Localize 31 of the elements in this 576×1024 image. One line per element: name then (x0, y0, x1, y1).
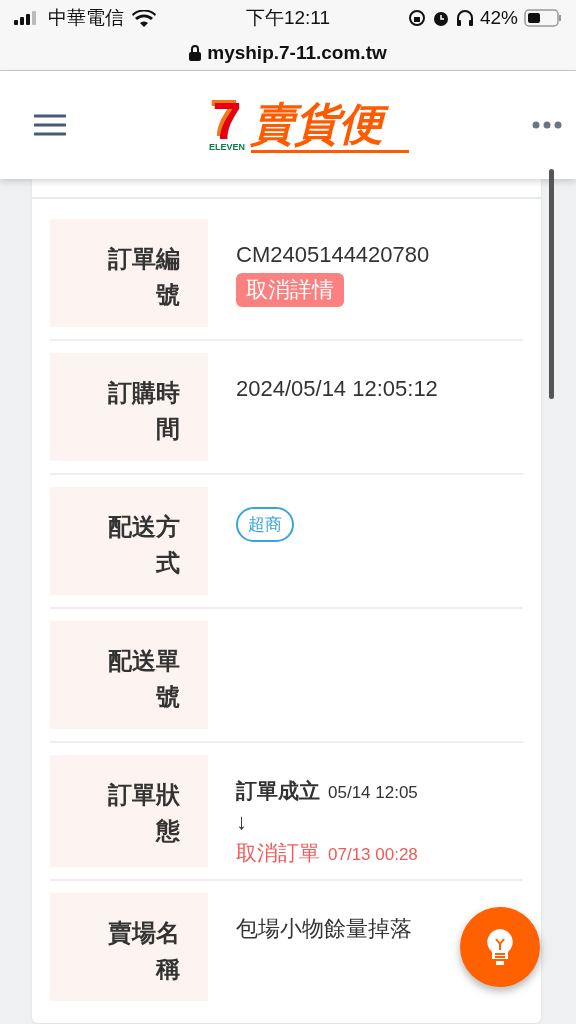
lock-icon (189, 45, 202, 61)
order-number: CM2405144420780 (236, 241, 430, 269)
battery-icon (524, 9, 562, 27)
detail-value: 包場小物餘量掉落 (236, 915, 412, 943)
field-label: 訂單編號 (50, 219, 208, 327)
detail-value: 2024/05/14 12:05:12 (236, 375, 438, 403)
carrier-name: 中華電信 (48, 6, 124, 30)
field-label: 配送方式 (50, 487, 208, 595)
alarm-icon (431, 9, 450, 27)
more-icon[interactable] (532, 121, 562, 129)
battery-percent: 42% (479, 7, 518, 29)
status-time: 07/13 00:28 (328, 845, 418, 865)
status-name: 訂單成立 (236, 778, 320, 804)
status-time: 05/14 12:05 (328, 783, 418, 803)
field-label: 賣場名稱 (50, 893, 208, 1001)
logo-mark: 7 (212, 98, 242, 143)
field-label: 配送單號 (50, 621, 208, 729)
lightbulb-icon (484, 927, 516, 967)
clock-time: 下午12:11 (244, 6, 332, 30)
menu-icon[interactable] (34, 113, 66, 137)
shipping-tag: 超商 (236, 507, 294, 542)
logo-title: 賣貨便 (251, 97, 409, 153)
arrow-down: ↓ (236, 809, 247, 835)
field-label: 訂單狀態 (50, 755, 208, 867)
logo-subtext: ELEVEN (209, 142, 245, 152)
status-name: 取消訂單 (236, 840, 320, 866)
url-text[interactable]: myship.7-11.com.tw (207, 42, 387, 64)
headphones-icon (455, 9, 474, 27)
rotation-lock-icon (407, 9, 426, 27)
field-label: 訂購時間 (50, 353, 208, 461)
wifi-icon (132, 9, 156, 27)
